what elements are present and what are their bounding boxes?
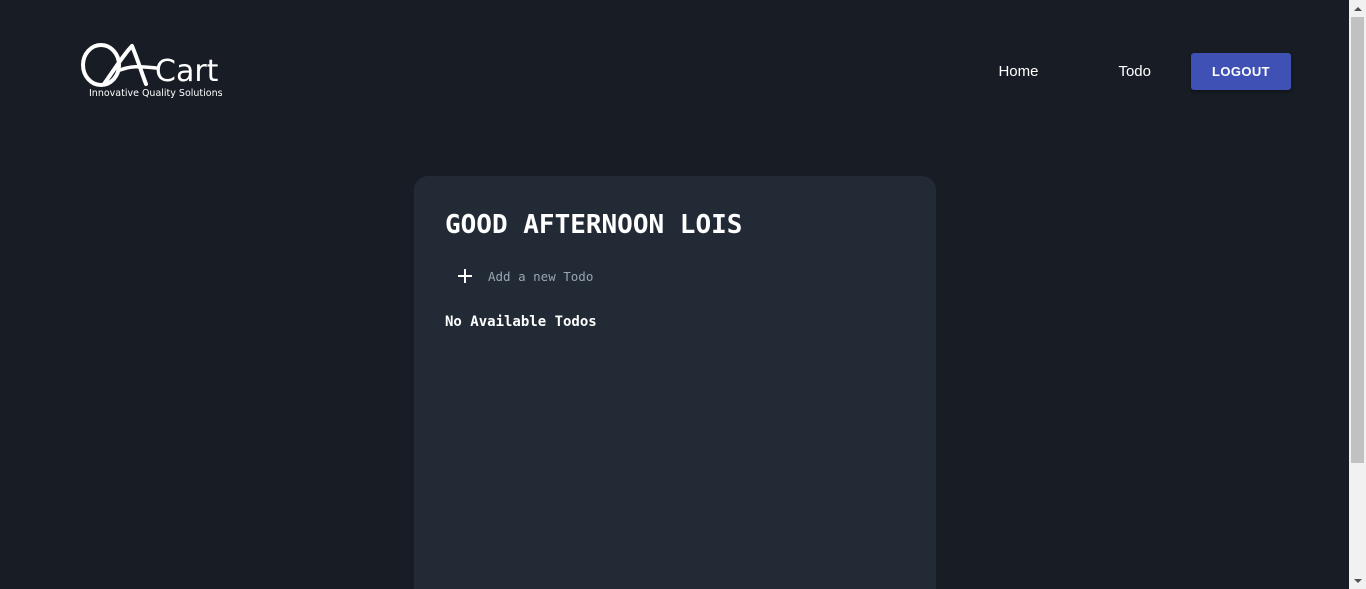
chevron-down-icon	[1353, 578, 1362, 583]
vertical-scrollbar[interactable]	[1349, 0, 1366, 589]
main-nav: Home Todo LOGOUT	[998, 53, 1291, 90]
logout-button[interactable]: LOGOUT	[1191, 53, 1291, 90]
chevron-up-icon	[1353, 6, 1362, 11]
scroll-down-button[interactable]	[1349, 572, 1366, 589]
plus-icon[interactable]	[458, 269, 472, 283]
add-todo-input[interactable]	[488, 268, 788, 284]
add-todo-row[interactable]	[458, 264, 788, 288]
nav-todo-link[interactable]: Todo	[1118, 63, 1151, 80]
greeting-heading: GOOD AFTERNOON LOIS	[445, 210, 743, 240]
brand-logo[interactable]: Cart Innovative Quality Solutions	[80, 40, 235, 104]
scroll-up-button[interactable]	[1349, 0, 1366, 17]
logo-mark-icon	[81, 43, 158, 87]
todo-card: GOOD AFTERNOON LOIS No Available Todos	[414, 176, 936, 589]
scrollbar-thumb[interactable]	[1351, 17, 1364, 463]
logo-wordmark: Cart	[155, 54, 219, 89]
empty-todos-message: No Available Todos	[445, 314, 597, 330]
logo-tagline: Innovative Quality Solutions	[89, 88, 223, 99]
nav-home-link[interactable]: Home	[998, 63, 1038, 80]
page: Cart Innovative Quality Solutions Home T…	[0, 0, 1349, 589]
